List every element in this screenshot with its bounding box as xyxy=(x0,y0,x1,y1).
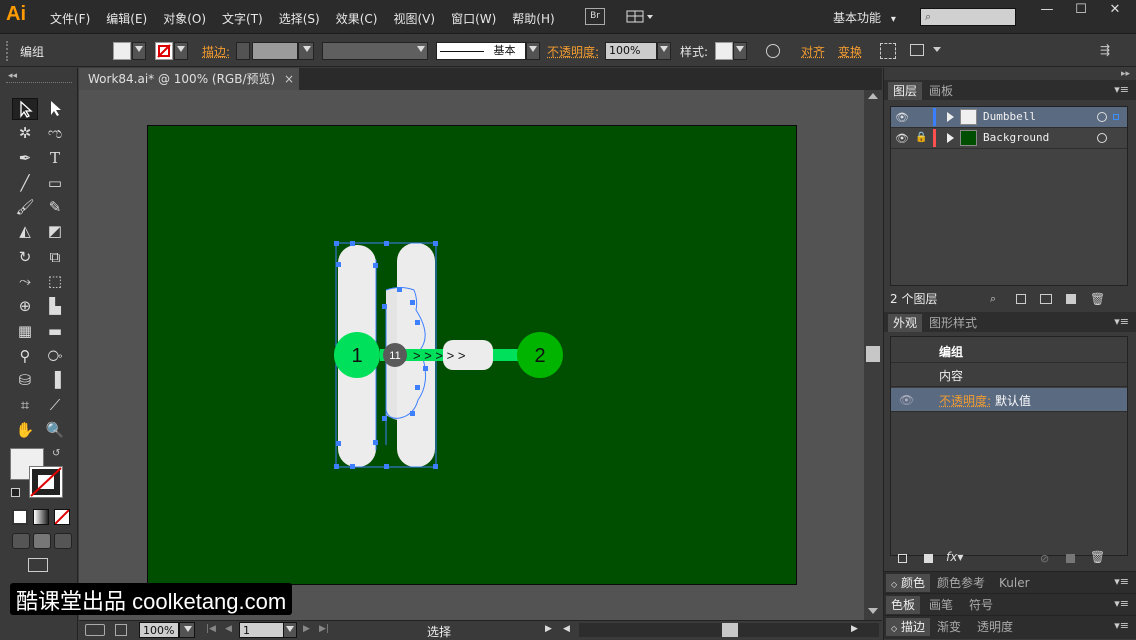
expand-panels-icon[interactable]: ▸▸ xyxy=(1121,69,1130,79)
tab-color[interactable]: ◇ 颜色 xyxy=(886,574,930,592)
toggle-icon: ◇ xyxy=(891,624,897,633)
clipping-mask-icon[interactable] xyxy=(1016,294,1026,304)
tab-artboards[interactable]: 画板 xyxy=(924,82,958,100)
layer-row-background[interactable]: 👁 🔒 Background xyxy=(891,128,1127,149)
panel-menu-icon[interactable]: ▾≡ xyxy=(1114,83,1129,96)
panel-menu-icon[interactable]: ▾≡ xyxy=(1114,575,1129,588)
tab-appearance[interactable]: 外观 xyxy=(888,314,922,332)
tab-stroke-label: 描边 xyxy=(901,620,925,634)
tab-layers[interactable]: 图层 xyxy=(888,82,922,100)
target-circle-icon[interactable] xyxy=(1097,133,1107,143)
layer-name[interactable]: Background xyxy=(983,131,1049,144)
panel-menu-icon[interactable]: ▾≡ xyxy=(1114,597,1129,610)
appearance-list: 编组 内容 👁 不透明度: 默认值 xyxy=(890,336,1128,556)
lock-icon[interactable]: 🔒 xyxy=(915,132,927,143)
expand-arrow-icon[interactable] xyxy=(947,112,954,122)
scroll-right-icon[interactable]: ▶ xyxy=(851,624,858,634)
previous-artboard-icon[interactable]: ◀ xyxy=(225,624,232,634)
appearance-opacity-row[interactable]: 👁 不透明度: 默认值 xyxy=(891,388,1127,412)
scroll-up-icon[interactable] xyxy=(868,93,878,99)
callout-label-2: 2 xyxy=(534,345,545,367)
last-artboard-icon[interactable]: ▶| xyxy=(319,624,329,634)
trash-icon[interactable]: 🗑 xyxy=(1090,550,1105,564)
new-sublayer-icon[interactable] xyxy=(1040,294,1052,304)
search-icon[interactable]: ⌕ xyxy=(990,292,996,306)
scroll-down-icon[interactable] xyxy=(868,608,878,614)
watermark: 酷课堂出品 coolketang.com xyxy=(10,583,292,615)
callout-label-11: 11 xyxy=(389,350,400,362)
current-tool-status: 选择 xyxy=(427,623,451,640)
appearance-title: 编组 xyxy=(939,343,963,360)
clear-appearance-icon: ⊘ xyxy=(1040,552,1049,565)
status-bar: 100% |◀ ◀ 1 ▶ ▶| 选择 ▶ ◀ ▶ xyxy=(79,620,882,640)
app-window: Ai 文件(F) 编辑(E) 对象(O) 文字(T) 选择(S) 效果(C) 视… xyxy=(0,0,1136,640)
fx-effect-icon[interactable]: fx▾ xyxy=(946,550,963,564)
chevron-down-icon xyxy=(184,626,192,632)
layers-list: 👁 Dumbbell 👁 🔒 Background xyxy=(890,106,1128,286)
direction-arrows: > > > > > xyxy=(413,348,465,363)
artboard-dropdown[interactable] xyxy=(283,622,297,638)
tab-symbols[interactable]: 符号 xyxy=(964,596,998,614)
layers-count: 2 个图层 xyxy=(890,290,937,307)
tab-color-guide[interactable]: 颜色参考 xyxy=(932,574,990,592)
vertical-scroll-thumb[interactable] xyxy=(866,346,880,362)
scroll-left-icon[interactable]: ◀ xyxy=(563,624,570,634)
tab-gradient[interactable]: 渐变 xyxy=(932,618,966,636)
target-circle-icon[interactable] xyxy=(1097,112,1107,122)
visibility-eye-icon[interactable]: 👁 xyxy=(895,111,909,124)
gpu-preview-icon[interactable] xyxy=(85,624,105,636)
new-layer-icon[interactable] xyxy=(1066,294,1076,304)
stroke-panel-group: ◇ 描边 渐变 透明度 ▾≡ xyxy=(884,615,1136,639)
appearance-opacity-label[interactable]: 不透明度: xyxy=(939,392,991,409)
add-fill-icon[interactable] xyxy=(924,554,933,563)
trash-icon[interactable]: 🗑 xyxy=(1090,292,1105,306)
visibility-eye-icon[interactable]: 👁 xyxy=(895,132,909,145)
layer-color-indicator xyxy=(933,129,936,147)
appearance-contents-label: 内容 xyxy=(939,367,963,384)
appearance-contents-row[interactable]: 内容 xyxy=(891,363,1127,387)
expand-arrow-icon[interactable] xyxy=(947,133,954,143)
zoom-dropdown[interactable] xyxy=(179,622,195,638)
tab-color-label: 颜色 xyxy=(901,576,925,590)
right-panel-dock: ▸▸ 图层 画板 ▾≡ 👁 Dumbbell 👁 🔒 Background 2 … xyxy=(883,68,1136,640)
status-menu-icon[interactable]: ▶ xyxy=(545,624,552,634)
layer-row-dumbbell[interactable]: 👁 Dumbbell xyxy=(891,107,1127,128)
layers-panel-tabs: 图层 画板 ▾≡ xyxy=(884,80,1136,100)
visibility-eye-icon[interactable]: 👁 xyxy=(899,393,914,407)
toggle-icon: ◇ xyxy=(891,580,897,589)
first-artboard-icon[interactable]: |◀ xyxy=(206,624,216,634)
appearance-title-row: 编组 xyxy=(891,339,1127,363)
tab-stroke[interactable]: ◇ 描边 xyxy=(886,618,930,636)
artboard-number-field[interactable]: 1 xyxy=(239,622,287,638)
add-stroke-icon[interactable] xyxy=(898,554,907,563)
color-panel-group: ◇ 颜色 颜色参考 Kuler ▾≡ xyxy=(884,571,1136,593)
duplicate-item-icon xyxy=(1066,554,1075,563)
tab-kuler[interactable]: Kuler xyxy=(994,574,1035,592)
layer-thumbnail xyxy=(960,109,977,125)
swatches-panel-group: 色板 画笔 符号 ▾≡ xyxy=(884,593,1136,615)
callout-label-1: 1 xyxy=(351,345,362,367)
appearance-opacity-value: 默认值 xyxy=(995,392,1031,409)
tab-swatches[interactable]: 色板 xyxy=(886,596,920,614)
horizontal-scrollbar[interactable] xyxy=(579,623,879,637)
horizontal-scroll-thumb[interactable] xyxy=(722,623,738,637)
panel-menu-icon[interactable]: ▾≡ xyxy=(1114,619,1129,632)
tab-brushes[interactable]: 画笔 xyxy=(924,596,958,614)
selection-indicator-icon[interactable] xyxy=(1113,114,1119,120)
panel-menu-icon[interactable]: ▾≡ xyxy=(1114,315,1129,328)
next-artboard-icon[interactable]: ▶ xyxy=(303,624,310,634)
layer-name[interactable]: Dumbbell xyxy=(983,110,1036,123)
appearance-panel-tabs: 外观 图形样式 ▾≡ xyxy=(884,312,1136,332)
layer-thumbnail xyxy=(960,130,977,146)
zoom-field[interactable]: 100% xyxy=(139,622,179,638)
tab-graphic-styles[interactable]: 图形样式 xyxy=(924,314,982,332)
share-icon[interactable] xyxy=(115,624,127,636)
chevron-down-icon xyxy=(286,626,294,632)
layer-color-indicator xyxy=(933,108,936,126)
tab-transparency[interactable]: 透明度 xyxy=(972,618,1018,636)
